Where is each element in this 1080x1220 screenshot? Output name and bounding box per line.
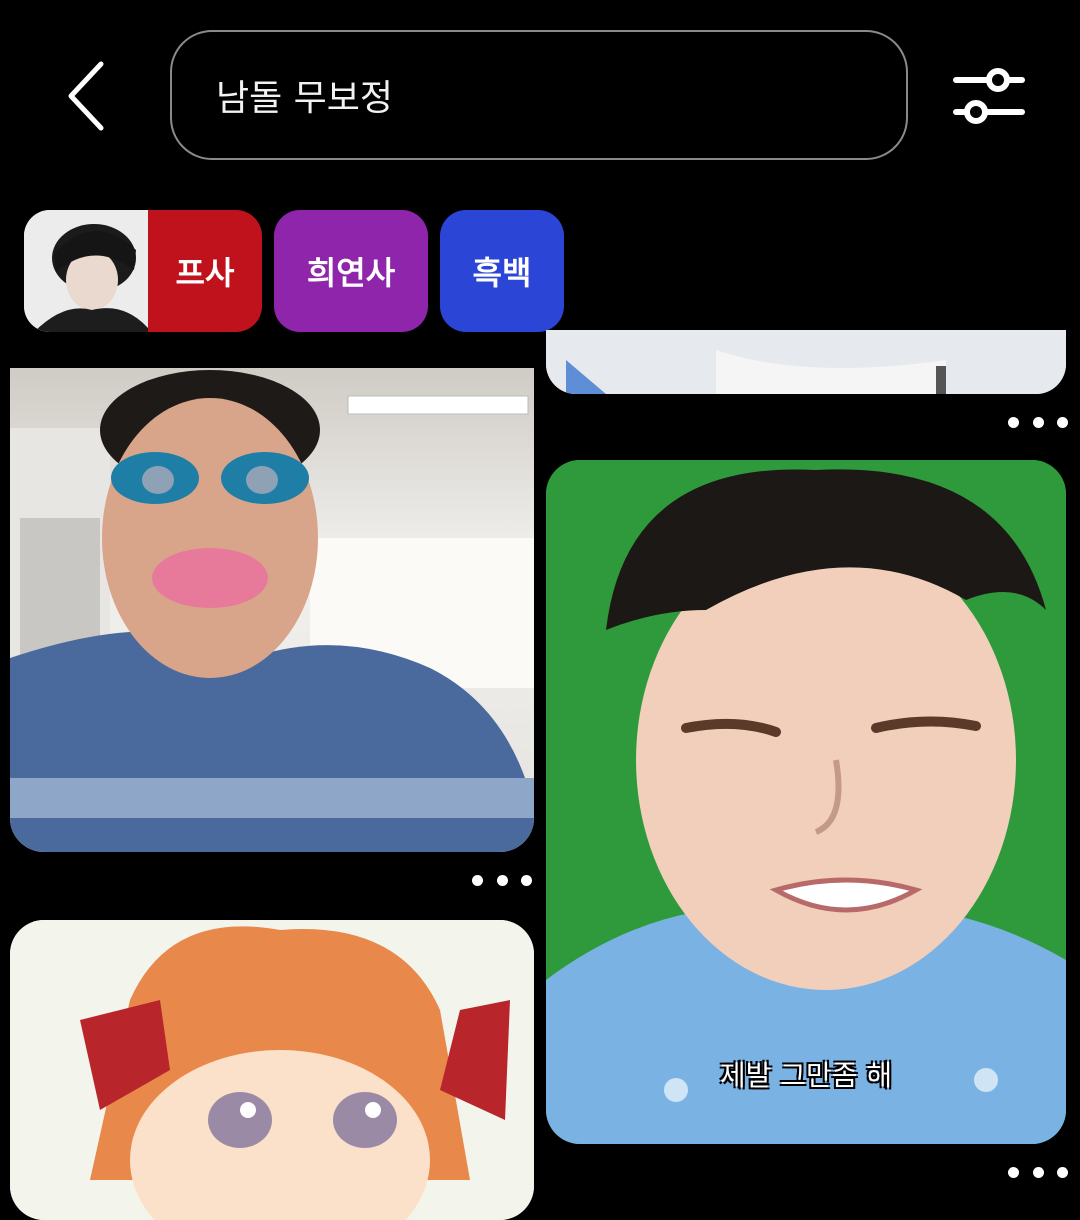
search-input[interactable] xyxy=(216,74,856,116)
more-options-button[interactable] xyxy=(1008,410,1068,434)
chip-label: 흑백 xyxy=(472,254,532,292)
chip-profile-photo[interactable]: 프사 xyxy=(24,210,262,332)
more-options-button[interactable] xyxy=(1008,1160,1068,1184)
chip-item[interactable]: 흑백 xyxy=(440,210,564,332)
pin-image xyxy=(546,460,1066,1144)
chip-item[interactable]: 희연사 xyxy=(274,210,428,332)
chevron-left-icon xyxy=(68,61,104,131)
pin-card[interactable] xyxy=(546,330,1066,394)
chip-label: 프사 xyxy=(175,254,235,292)
more-horizontal-icon xyxy=(1008,1166,1019,1178)
pin-card[interactable]: 제발 그만좀 해 xyxy=(546,460,1066,1144)
more-options-button[interactable] xyxy=(472,868,532,892)
video-caption: 제발 그만좀 해 xyxy=(719,1059,893,1092)
chip-thumbnail-image xyxy=(24,210,148,332)
chip-label: 희연사 xyxy=(306,254,396,292)
pin-image xyxy=(10,920,534,1220)
pin-image xyxy=(546,330,1066,394)
more-horizontal-icon xyxy=(1008,416,1019,428)
pin-card[interactable] xyxy=(10,920,534,1220)
search-field[interactable] xyxy=(170,30,908,160)
pin-image xyxy=(10,368,534,852)
sliders-icon xyxy=(953,68,1025,124)
filter-button[interactable] xyxy=(946,62,1032,132)
more-horizontal-icon xyxy=(472,874,483,886)
back-button[interactable] xyxy=(52,56,122,136)
pin-card[interactable] xyxy=(10,368,534,852)
